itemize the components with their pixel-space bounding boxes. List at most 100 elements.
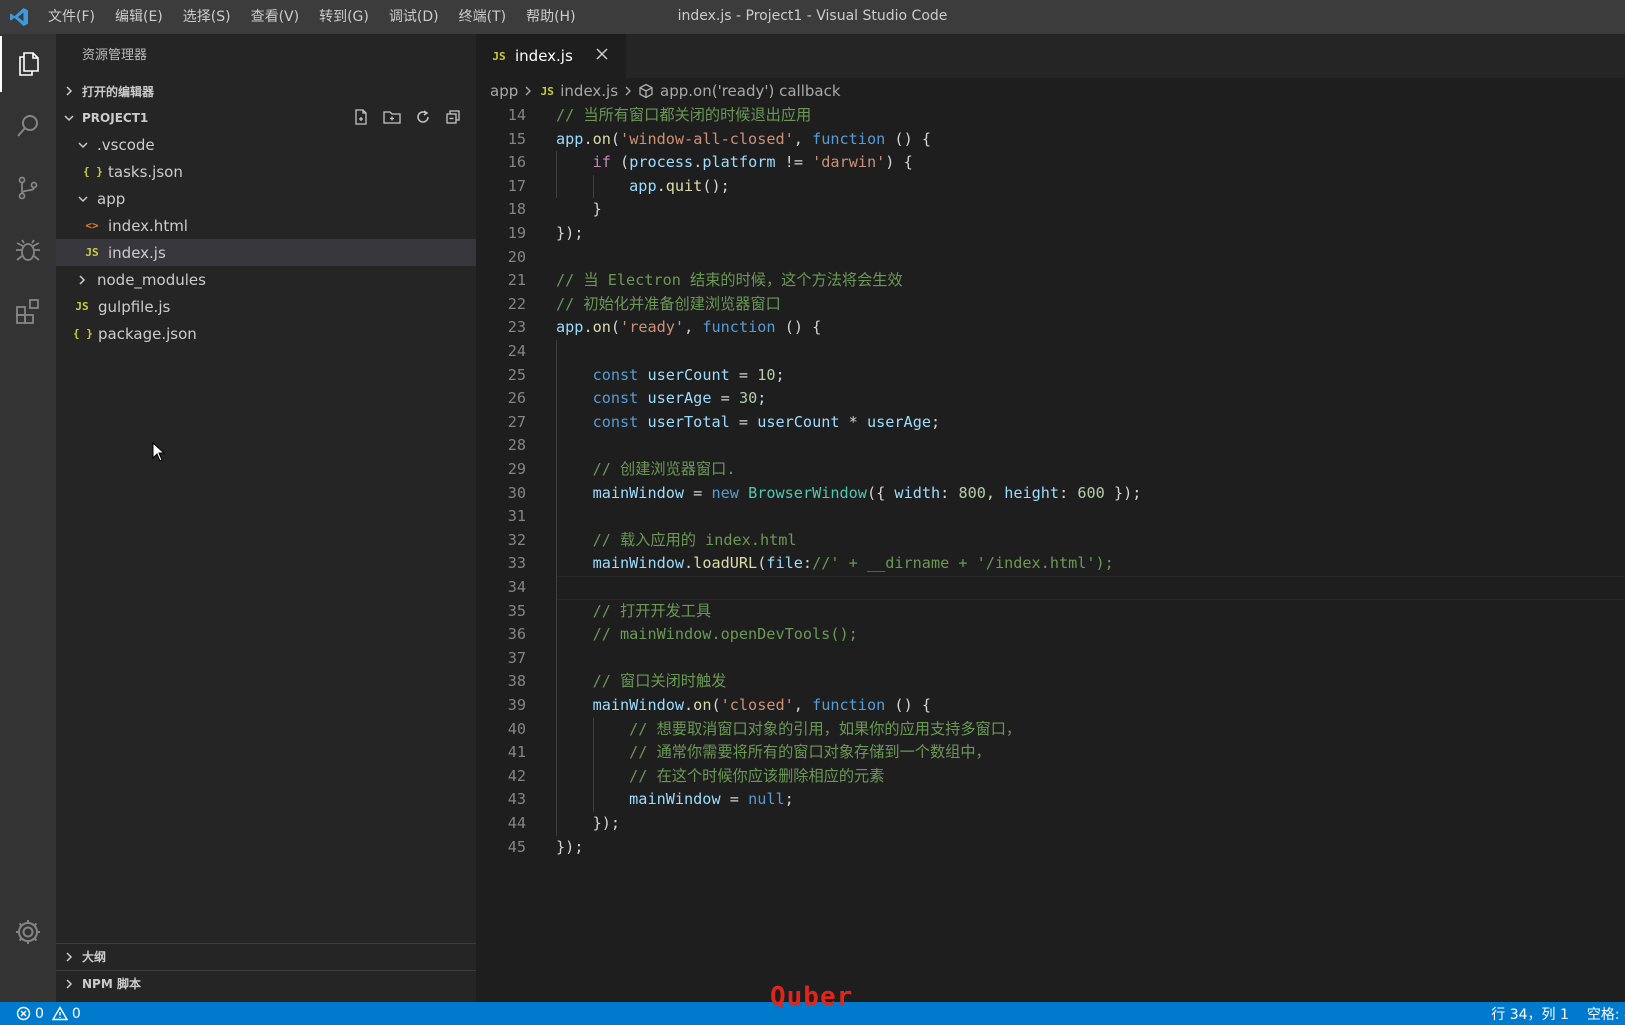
line-text: // 窗口关闭时触发 (592, 672, 727, 691)
line-text: // 想要取消窗口对象的引用，如果你的应用支持多窗口， (629, 719, 1022, 738)
code-line[interactable]: 29 // 创建浏览器窗口. (476, 458, 1625, 482)
menu-terminal[interactable]: 终端(T) (449, 0, 516, 34)
chevron-right-icon (524, 85, 532, 97)
new-file-icon[interactable] (352, 108, 370, 129)
code-line[interactable]: 39 mainWindow.on('closed', function () { (476, 694, 1625, 718)
line-number: 16 (507, 153, 526, 172)
source-control-icon[interactable] (0, 160, 56, 216)
tree-file-gulpfile-js[interactable]: JS gulpfile.js (56, 293, 476, 320)
chevron-down-icon (56, 113, 82, 123)
code-line[interactable]: 14 // 当所有窗口都关闭的时候退出应用 (476, 104, 1625, 128)
code-line[interactable]: 43 mainWindow = null; (476, 788, 1625, 812)
line-text: app.on('window-all-closed', function () … (556, 129, 932, 148)
tree-folder-vscode[interactable]: .vscode (56, 131, 476, 158)
code-line[interactable]: 44 }); (476, 812, 1625, 836)
code-line[interactable]: 37 (476, 647, 1625, 671)
search-icon[interactable] (0, 98, 56, 154)
error-icon (16, 1006, 31, 1021)
code-line[interactable]: 16 if (process.platform != 'darwin') { (476, 151, 1625, 175)
mouse-cursor-icon (152, 441, 166, 466)
code-line[interactable]: 25 const userCount = 10; (476, 364, 1625, 388)
code-line[interactable]: 34 (476, 576, 1625, 600)
tab-bar: JS index.js (476, 34, 1625, 78)
open-editors-label: 打开的编辑器 (82, 84, 155, 99)
new-folder-icon[interactable] (382, 108, 402, 129)
menu-go[interactable]: 转到(G) (309, 0, 379, 34)
collapse-all-icon[interactable] (444, 108, 462, 129)
breadcrumb-symbol[interactable]: app.on('ready') callback (660, 82, 840, 100)
code-line[interactable]: 15 app.on('window-all-closed', function (… (476, 128, 1625, 152)
code-line[interactable]: 40 // 想要取消窗口对象的引用，如果你的应用支持多窗口， (476, 718, 1625, 742)
breadcrumb-folder[interactable]: app (490, 82, 518, 100)
tree-folder-node-modules[interactable]: node_modules (56, 266, 476, 293)
code-line[interactable]: 28 (476, 434, 1625, 458)
tree-file-tasks-json[interactable]: { } tasks.json (56, 158, 476, 185)
code-line[interactable]: 21 // 当 Electron 结束的时候，这个方法将会生效 (476, 269, 1625, 293)
warning-count: 0 (71, 1005, 81, 1022)
code-line[interactable]: 24 (476, 340, 1625, 364)
line-text: }); (556, 837, 584, 856)
menu-edit[interactable]: 编辑(E) (105, 0, 173, 34)
json-file-icon: { } (73, 327, 93, 340)
settings-gear-icon[interactable] (0, 904, 56, 960)
line-text: const userTotal = userCount * userAge; (592, 412, 941, 431)
vscode-logo-icon (0, 0, 38, 34)
line-text: // 在这个时候你应该删除相应的元素 (629, 766, 885, 785)
line-text: mainWindow.on('closed', function () { (592, 696, 932, 714)
refresh-icon[interactable] (414, 108, 432, 129)
project-label: PROJECT1 (82, 111, 149, 125)
code-line[interactable]: 45}); (476, 836, 1625, 860)
chevron-right-icon (624, 85, 632, 97)
code-line[interactable]: 20 (476, 246, 1625, 270)
code-line[interactable]: 23 app.on('ready', function () { (476, 316, 1625, 340)
breadcrumb-file[interactable]: index.js (560, 82, 618, 100)
tree-item-label: index.html (108, 216, 188, 235)
watermark-text: Quber (770, 982, 854, 1012)
code-line[interactable]: 31 (476, 505, 1625, 529)
explorer-icon[interactable] (0, 36, 56, 92)
menu-selection[interactable]: 选择(S) (173, 0, 241, 34)
project-section[interactable]: PROJECT1 (56, 105, 476, 131)
line-text: const userCount = 10; (592, 365, 785, 384)
code-line[interactable]: 30 mainWindow = new BrowserWindow({ widt… (476, 482, 1625, 506)
code-line[interactable]: 27 const userTotal = userCount * userAge… (476, 411, 1625, 435)
close-icon[interactable] (594, 46, 610, 66)
menu-debug[interactable]: 调试(D) (379, 0, 449, 34)
extensions-icon[interactable] (0, 284, 56, 340)
code-line[interactable]: 32 // 载入应用的 index.html (476, 529, 1625, 553)
line-number: 18 (507, 200, 526, 219)
cursor-position[interactable]: 行 34，列 1 (1491, 1004, 1569, 1024)
line-text: } (592, 200, 602, 219)
code-line[interactable]: 36 // mainWindow.openDevTools(); (476, 623, 1625, 647)
code-line[interactable]: 38 // 窗口关闭时触发 (476, 670, 1625, 694)
code-line[interactable]: 35 // 打开开发工具 (476, 600, 1625, 624)
debug-icon[interactable] (0, 222, 56, 278)
menu-view[interactable]: 查看(V) (241, 0, 310, 34)
problems-indicator[interactable]: 0 0 (0, 1006, 81, 1022)
menu-help[interactable]: 帮助(H) (516, 0, 585, 34)
line-number: 22 (507, 294, 526, 313)
outline-section[interactable]: 大纲 (56, 943, 476, 969)
line-text: // 打开开发工具 (592, 601, 712, 620)
tree-folder-app[interactable]: app (56, 185, 476, 212)
tree-file-package-json[interactable]: { } package.json (56, 320, 476, 347)
line-text: // 创建浏览器窗口. (592, 460, 736, 478)
line-number: 24 (507, 342, 526, 360)
code-line[interactable]: 19}); (476, 222, 1625, 246)
indentation[interactable]: 空格: 4 (1587, 1004, 1625, 1024)
chevron-right-icon (56, 951, 82, 963)
code-line[interactable]: 22 // 初始化并准备创建浏览器窗口 (476, 293, 1625, 317)
open-editors-section[interactable]: 打开的编辑器 (56, 78, 476, 104)
code-line[interactable]: 42 // 在这个时候你应该删除相应的元素 (476, 765, 1625, 789)
npm-scripts-section[interactable]: NPM 脚本 (56, 970, 476, 996)
warning-icon (51, 1006, 68, 1021)
code-line[interactable]: 33 mainWindow.loadURL(file://' + __dirna… (476, 552, 1625, 576)
code-line[interactable]: 18 } (476, 198, 1625, 222)
tab-index-js[interactable]: JS index.js (476, 34, 626, 78)
code-line[interactable]: 41 // 通常你需要将所有的窗口对象存储到一个数组中， (476, 741, 1625, 765)
tree-file-index-js[interactable]: JS index.js (56, 239, 476, 266)
menu-file[interactable]: 文件(F) (38, 0, 105, 34)
code-line[interactable]: 26 const userAge = 30; (476, 387, 1625, 411)
code-line[interactable]: 17 app.quit(); (476, 175, 1625, 199)
tree-file-index-html[interactable]: <> index.html (56, 212, 476, 239)
